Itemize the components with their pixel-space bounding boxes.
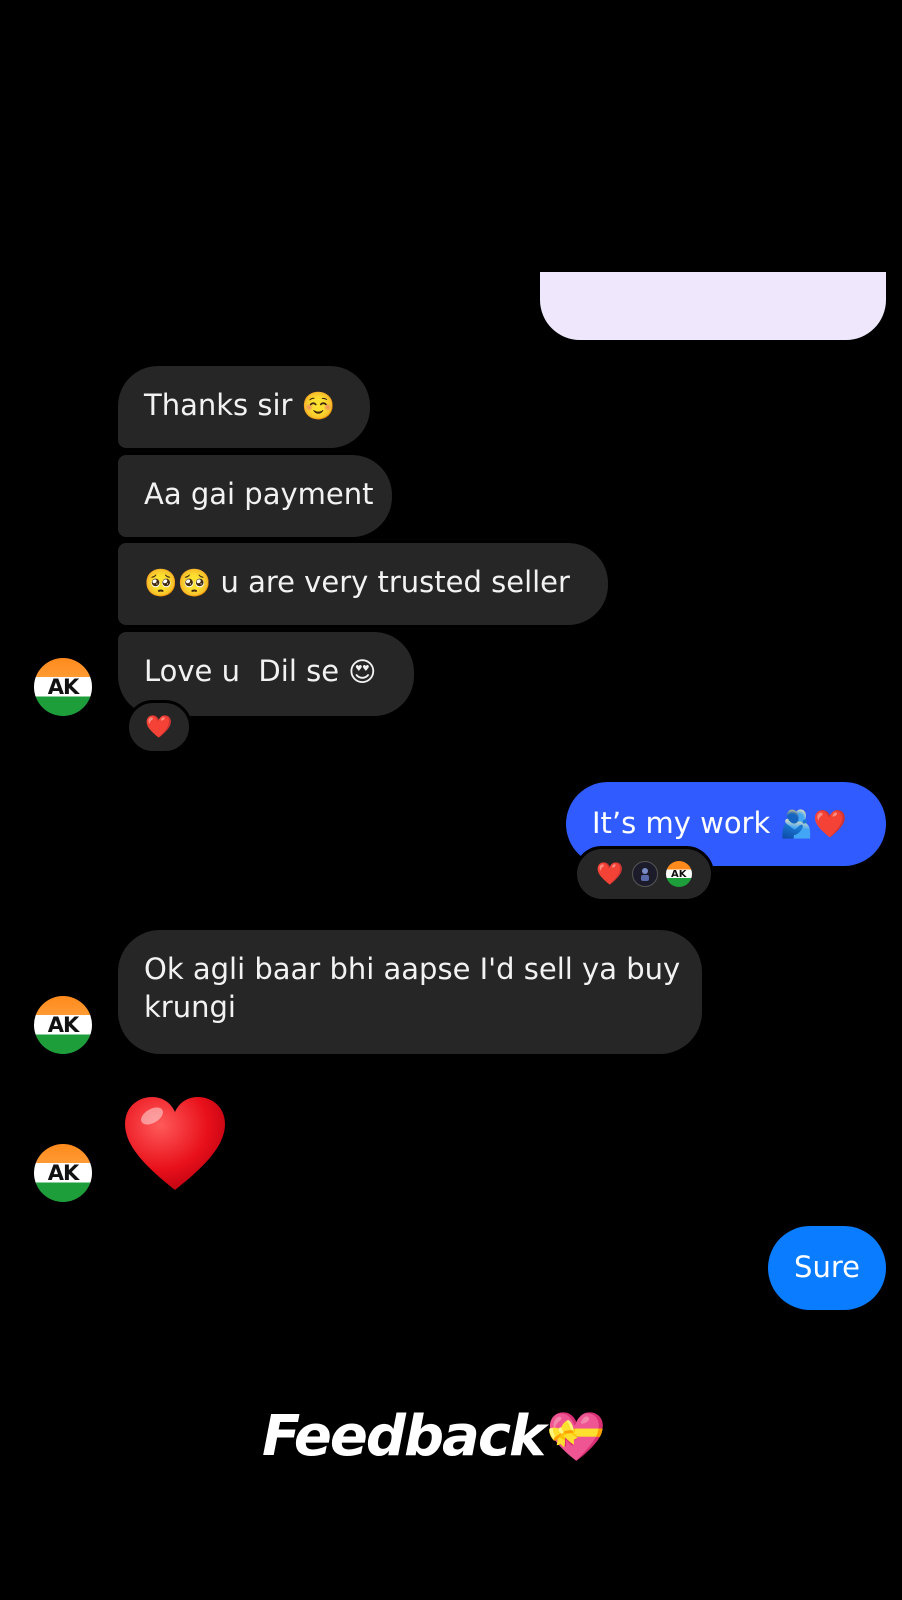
previous-message-bubble[interactable] [540,272,886,340]
incoming-message[interactable]: Ok agli baar bhi aapse I'd sell ya buy k… [118,930,702,1054]
hug-heart-emoji: 🫂❤️ [779,809,847,840]
message-text: It’s my work [592,806,771,840]
gift-heart-icon: 💝 [546,1409,606,1465]
smiling-emoji: ☺️ [301,391,336,422]
avatar[interactable]: AK [34,658,92,716]
message-text-line-2: krungi [144,990,236,1024]
message-reaction[interactable]: ❤️ [126,700,192,754]
message-text: Love u Dil se [144,654,340,688]
incoming-message[interactable]: 🥺🥺 u are very trusted seller [118,543,608,625]
incoming-message[interactable]: Thanks sir ☺️ [118,366,370,448]
message-reactions[interactable]: ❤️ AK [574,846,714,902]
heart-icon [125,1097,225,1190]
caption-text: Feedback [262,1404,546,1469]
feedback-caption: Feedback 💝 [262,1404,606,1469]
reactor-avatar: AK [665,861,692,887]
avatar[interactable]: AK [34,1144,92,1202]
heart-icon: ❤️ [145,714,173,740]
incoming-message[interactable]: Aa gai payment [118,455,392,537]
big-heart-emoji[interactable] [122,1094,228,1194]
pleading-face-emoji: 🥺🥺 [144,568,212,599]
message-text: Thanks sir [144,388,293,422]
message-text-line-1: Ok agli baar bhi aapse I'd sell ya buy [144,952,681,986]
message-text: Aa gai payment [144,477,374,511]
message-text: Sure [794,1250,860,1284]
heart-icon: ❤️ [596,861,624,887]
outgoing-message[interactable]: Sure [768,1226,886,1310]
message-text: u are very trusted seller [220,565,570,599]
heart-eyes-emoji: 😍 [348,657,377,688]
avatar[interactable]: AK [34,996,92,1054]
reactor-avatar [631,861,658,887]
